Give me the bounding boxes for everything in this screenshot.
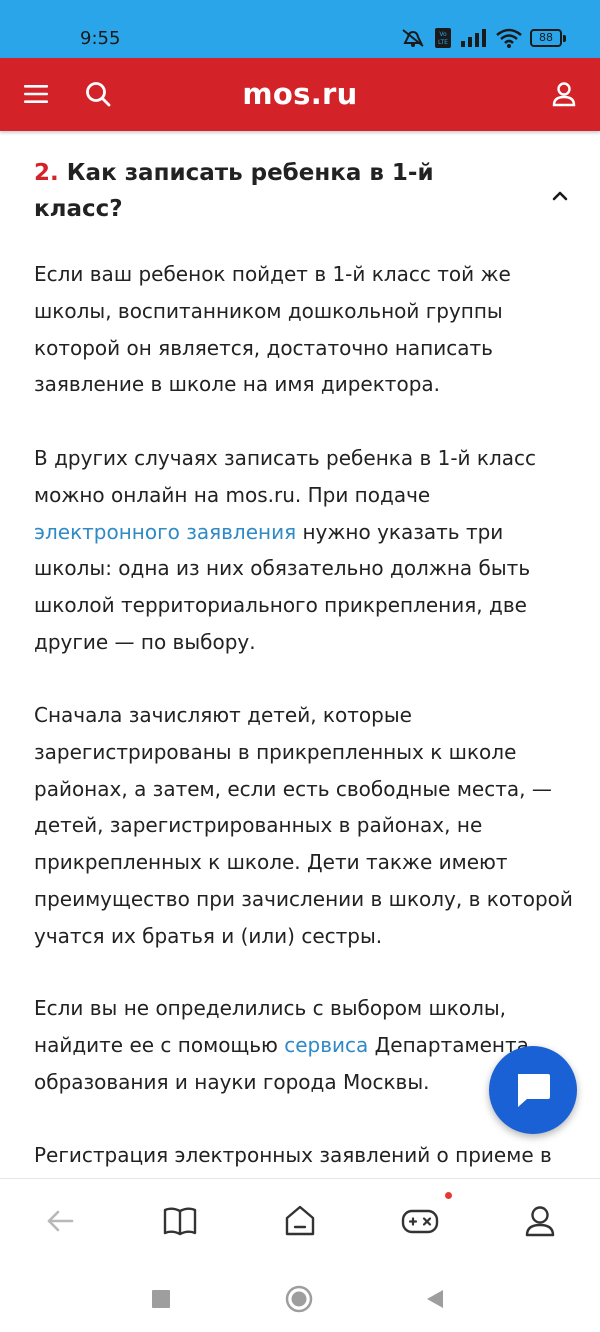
triangle-back-icon: [427, 1290, 443, 1308]
service-link[interactable]: сервиса: [284, 1033, 368, 1057]
bookmarks-button[interactable]: [160, 1201, 200, 1241]
arrow-left-icon: [47, 1210, 74, 1232]
profile-button[interactable]: [550, 80, 578, 113]
signal-icon: [461, 29, 486, 47]
mute-alarm-icon: [402, 29, 424, 47]
volte-icon: Vo LTE: [435, 28, 451, 48]
paragraph-5: Регистрация электронных заявлений о прие…: [34, 1143, 552, 1167]
status-icons: Vo LTE 88: [400, 27, 566, 49]
notification-dot: [445, 1192, 452, 1199]
system-back-button[interactable]: [420, 1284, 450, 1314]
system-nav-bar: [0, 1262, 600, 1332]
wifi-icon: [496, 28, 522, 48]
book-icon: [163, 1207, 197, 1236]
chevron-up-icon: [552, 191, 568, 201]
account-button[interactable]: [520, 1201, 560, 1241]
battery-tip: [563, 34, 566, 42]
paragraph-2: В других случаях записать ребенка в 1-й …: [34, 440, 574, 661]
site-title[interactable]: mos.ru: [0, 58, 600, 131]
square-icon: [152, 1290, 170, 1308]
recent-apps-button[interactable]: [146, 1284, 176, 1314]
electronic-application-link[interactable]: электронного заявления: [34, 520, 296, 544]
section-title: Как записать ребенка в 1-й класс?: [34, 160, 434, 222]
circle-icon: [285, 1285, 313, 1313]
faq-section-header[interactable]: 2. Как записать ребенка в 1-й класс?: [34, 155, 574, 227]
app-header: mos.ru: [0, 58, 600, 131]
system-home-button[interactable]: [284, 1284, 314, 1314]
chat-bubble-icon: [518, 1074, 550, 1107]
home-button[interactable]: [280, 1201, 320, 1241]
paragraph-2-text-a: В других случаях записать ребенка в 1-й …: [34, 446, 537, 507]
section-number: 2.: [34, 160, 59, 186]
games-button[interactable]: [400, 1201, 440, 1241]
volte-lte-label: LTE: [438, 39, 448, 46]
status-bar: 9:55 Vo LTE 88: [0, 0, 600, 58]
battery-indicator: 88: [530, 29, 566, 47]
user-icon: [552, 82, 576, 107]
status-time: 9:55: [80, 28, 121, 49]
browser-bottom-nav: [0, 1178, 600, 1263]
gamepad-icon: [401, 1209, 439, 1234]
paragraph-3: Сначала зачисляют детей, которые зарегис…: [34, 703, 573, 948]
collapse-button[interactable]: [546, 186, 574, 211]
paragraph-1: Если ваш ребенок пойдет в 1-й класс той …: [34, 262, 511, 397]
section-title-wrap: 2. Как записать ребенка в 1-й класс?: [34, 155, 454, 227]
back-button[interactable]: [40, 1201, 80, 1241]
battery-level: 88: [530, 29, 562, 47]
volte-vo-label: Vo: [439, 31, 447, 38]
home-icon: [285, 1205, 315, 1236]
user-icon: [525, 1206, 555, 1237]
chat-button[interactable]: [489, 1046, 577, 1134]
